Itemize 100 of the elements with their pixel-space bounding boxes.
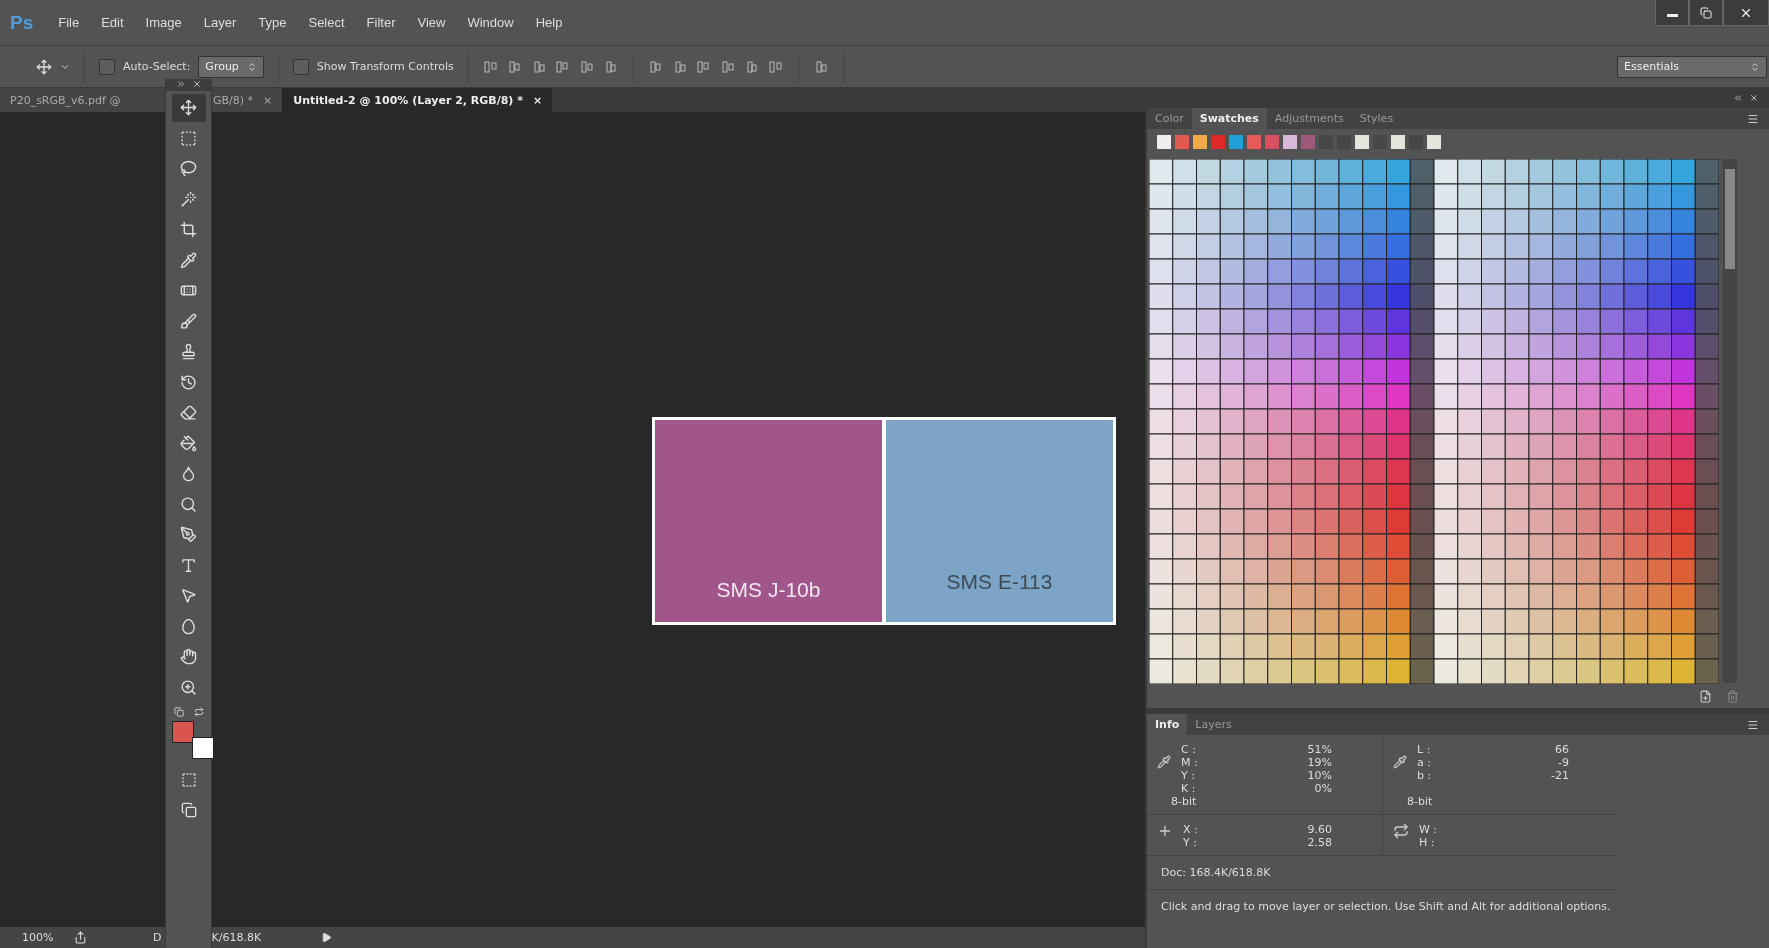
crosshair-icon xyxy=(1157,823,1173,839)
collapse-icon[interactable] xyxy=(1733,93,1743,103)
document-tab[interactable]: Untitled-2 @ 100% (Layer 2, RGB/8) * × xyxy=(283,88,553,112)
screen-mode-icon xyxy=(180,802,197,818)
workspace-select[interactable]: Essentials xyxy=(1617,55,1767,78)
menu-item[interactable]: Help xyxy=(526,15,572,30)
zoom-icon xyxy=(180,678,197,696)
align-icon[interactable] xyxy=(554,58,571,75)
history-icon xyxy=(180,373,197,391)
menu-item[interactable]: Edit xyxy=(92,15,133,30)
bucket-icon xyxy=(180,434,197,452)
stamp-icon xyxy=(180,343,197,360)
info-label: W : xyxy=(1419,823,1438,836)
document-tab[interactable]: P20_sRGB_v6.pdf @ xyxy=(0,88,165,112)
minimize-button[interactable] xyxy=(1655,0,1689,26)
stepper-icon xyxy=(1750,61,1760,72)
swatch-grid-drawing[interactable] xyxy=(1149,159,1719,684)
recent-swatch[interactable] xyxy=(1157,135,1171,149)
expand-icon[interactable] xyxy=(175,79,186,89)
eyedropper-icon[interactable] xyxy=(1393,755,1407,769)
restore-icon xyxy=(1700,6,1712,19)
recent-swatch[interactable] xyxy=(1211,135,1225,149)
panel-tab[interactable]: Styles xyxy=(1351,108,1402,129)
menu-item[interactable]: Layer xyxy=(194,15,246,30)
recent-swatch[interactable] xyxy=(1193,135,1207,149)
panel-menu-icon[interactable] xyxy=(1747,718,1759,731)
close-button[interactable] xyxy=(1723,0,1769,26)
panel-tab[interactable]: Info xyxy=(1147,714,1188,735)
recent-swatch[interactable] xyxy=(1247,135,1261,149)
lasso-icon xyxy=(180,160,197,177)
bit-depth: 8-bit xyxy=(1171,795,1198,808)
menu-item[interactable]: Window xyxy=(458,15,523,30)
menu-item[interactable]: View xyxy=(408,15,455,30)
restore-button[interactable] xyxy=(1689,0,1723,26)
panel-menu-icon[interactable] xyxy=(1747,112,1759,125)
info-value: 10% xyxy=(1307,769,1332,782)
menu-item[interactable]: Select xyxy=(299,15,354,30)
tab-close-button[interactable]: × xyxy=(263,93,273,107)
recent-swatch[interactable] xyxy=(1283,135,1297,149)
close-icon[interactable] xyxy=(1749,93,1759,103)
panel-tab[interactable]: Adjustments xyxy=(1266,108,1352,129)
recent-swatch[interactable] xyxy=(1427,135,1441,149)
menu-item[interactable]: Type xyxy=(249,15,296,30)
panel-tab[interactable]: Swatches xyxy=(1191,108,1267,129)
new-swatch-icon[interactable] xyxy=(1699,689,1712,703)
align-icon[interactable] xyxy=(767,58,784,75)
align-icon[interactable] xyxy=(719,58,736,75)
bit-depth: 8-bit xyxy=(1407,795,1434,808)
recent-swatch[interactable] xyxy=(1391,135,1405,149)
auto-select-label: Auto-Select: xyxy=(123,60,191,73)
doc-size: D xyxy=(153,931,162,944)
trash-icon[interactable] xyxy=(1726,689,1739,703)
zoom-level[interactable]: 100% xyxy=(22,931,62,944)
menu-item[interactable]: Filter xyxy=(357,15,405,30)
auto-select-checkbox[interactable] xyxy=(99,58,115,75)
hand-icon xyxy=(180,648,197,665)
crop-icon xyxy=(180,221,197,238)
type-icon xyxy=(180,556,197,574)
export-icon[interactable] xyxy=(74,931,87,944)
recent-swatch[interactable] xyxy=(1355,135,1369,149)
panel-tab[interactable]: Layers xyxy=(1187,714,1240,735)
align-icon[interactable] xyxy=(647,58,664,75)
hint-text: Click and drag to move layer or selection. Use Shift and Alt for additional options. xyxy=(1160,899,1612,915)
recent-swatch[interactable] xyxy=(1265,135,1279,149)
align-icon[interactable] xyxy=(695,58,712,75)
move-tool-icon[interactable] xyxy=(36,58,52,75)
align-icon[interactable] xyxy=(578,58,595,75)
info-label: a : xyxy=(1417,756,1431,769)
minimize-icon xyxy=(1666,14,1678,17)
recent-swatch[interactable] xyxy=(1301,135,1315,149)
quick-mask-icon xyxy=(180,771,197,788)
scrollbar[interactable] xyxy=(1723,159,1737,683)
tab-title[interactable]: GB/8) * xyxy=(213,93,254,107)
eyedropper-icon[interactable] xyxy=(1157,755,1171,769)
close-icon[interactable] xyxy=(191,79,202,89)
foreground-color-swatch[interactable] xyxy=(171,721,194,743)
background-color-swatch[interactable] xyxy=(191,737,214,759)
menu-item[interactable]: File xyxy=(49,15,89,30)
recent-swatch[interactable] xyxy=(1175,135,1189,149)
stepper-icon xyxy=(246,61,257,72)
panel-tab[interactable]: Color xyxy=(1147,108,1192,129)
menu-item[interactable]: Image xyxy=(136,15,191,30)
move-tool[interactable] xyxy=(171,93,206,122)
swap-colors-icon[interactable] xyxy=(193,707,204,717)
info-value: 66 xyxy=(1555,743,1569,756)
info-label: L : xyxy=(1417,743,1431,756)
color-chip: SMS E-113 xyxy=(886,420,1113,622)
group-select[interactable]: Group xyxy=(198,55,264,78)
recent-swatch[interactable] xyxy=(1229,135,1243,149)
wand-icon xyxy=(180,190,197,208)
brush-icon xyxy=(180,312,197,330)
transform-controls-checkbox[interactable] xyxy=(292,58,309,75)
align-icon[interactable] xyxy=(506,58,523,75)
align-icon[interactable] xyxy=(482,58,499,75)
info-label: X : xyxy=(1183,823,1198,836)
play-icon[interactable] xyxy=(321,932,333,943)
info-label: Y : xyxy=(1183,836,1197,849)
info-label: b : xyxy=(1417,769,1432,782)
default-colors-icon[interactable] xyxy=(173,707,184,717)
move-icon xyxy=(180,99,197,116)
